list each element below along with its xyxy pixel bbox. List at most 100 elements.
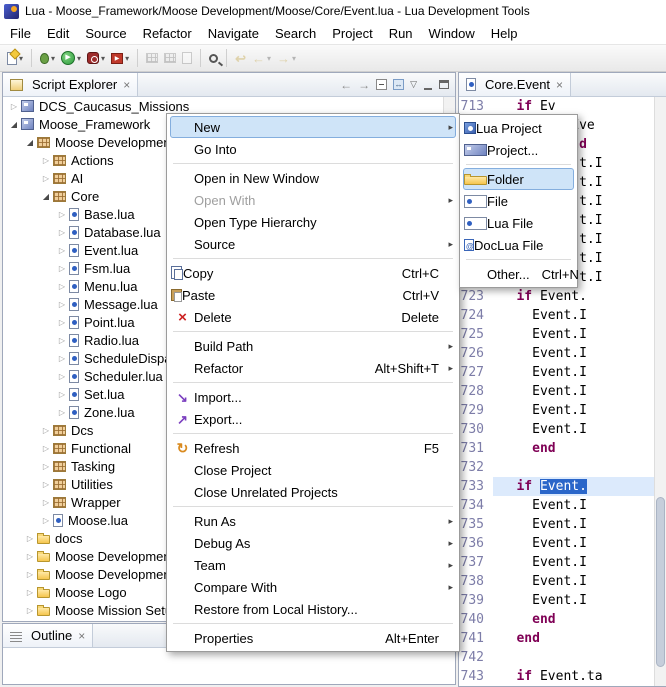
- menu-item-new[interactable]: New▸: [170, 116, 456, 138]
- expand-arrow-icon[interactable]: ▷: [39, 462, 53, 471]
- expand-arrow-icon[interactable]: ▷: [39, 174, 53, 183]
- menu-item-team[interactable]: Team▸: [170, 554, 456, 576]
- menubar-item-file[interactable]: File: [2, 24, 39, 43]
- code-line[interactable]: 730 Event.I: [459, 420, 654, 439]
- expand-arrow-icon[interactable]: ▷: [55, 408, 69, 417]
- new-lua-table-button[interactable]: [143, 47, 161, 69]
- close-icon[interactable]: ×: [556, 78, 563, 92]
- menubar-item-project[interactable]: Project: [324, 24, 380, 43]
- tab-core-event[interactable]: Core.Event ×: [459, 73, 571, 96]
- debug-button[interactable]: ▾: [37, 47, 58, 69]
- code-line[interactable]: 735 Event.I: [459, 515, 654, 534]
- code-line[interactable]: 727 Event.I: [459, 363, 654, 382]
- code-line[interactable]: 723 if Event.: [459, 287, 654, 306]
- menubar-item-source[interactable]: Source: [77, 24, 134, 43]
- menu-item-close-unrelated-projects[interactable]: Close Unrelated Projects: [170, 481, 456, 503]
- menu-item-open-with[interactable]: Open With▸: [170, 189, 456, 211]
- menu-item-refresh[interactable]: ↻RefreshF5: [170, 437, 456, 459]
- code-line[interactable]: 726 Event.I: [459, 344, 654, 363]
- expand-arrow-icon[interactable]: ▷: [23, 534, 37, 543]
- code-line[interactable]: 738 Event.I: [459, 572, 654, 591]
- expand-arrow-icon[interactable]: ▷: [23, 570, 37, 579]
- code-line[interactable]: 740 end: [459, 610, 654, 629]
- menu-item-lua-project[interactable]: Lua Project: [463, 117, 574, 139]
- collapse-arrow-icon[interactable]: ◢: [39, 192, 53, 201]
- menu-item-build-path[interactable]: Build Path▸: [170, 335, 456, 357]
- code-line[interactable]: 741 end: [459, 629, 654, 648]
- minimize-icon[interactable]: [423, 80, 433, 90]
- menu-item-project[interactable]: Project...: [463, 139, 574, 161]
- menu-item-file[interactable]: File: [463, 190, 574, 212]
- expand-arrow-icon[interactable]: ▷: [55, 336, 69, 345]
- expand-arrow-icon[interactable]: ▷: [39, 426, 53, 435]
- search-button[interactable]: [206, 47, 221, 69]
- new-wizard-button[interactable]: ▾: [4, 47, 26, 69]
- menu-item-run-as[interactable]: Run As▸: [170, 510, 456, 532]
- expand-arrow-icon[interactable]: ▷: [55, 228, 69, 237]
- code-line[interactable]: 732: [459, 458, 654, 477]
- menu-item-go-into[interactable]: Go Into: [170, 138, 456, 160]
- menu-item-refactor[interactable]: RefactorAlt+Shift+T▸: [170, 357, 456, 379]
- expand-arrow-icon[interactable]: ▷: [55, 282, 69, 291]
- expand-arrow-icon[interactable]: ▷: [39, 480, 53, 489]
- code-line[interactable]: 729 Event.I: [459, 401, 654, 420]
- menu-item-import[interactable]: ↘Import...: [170, 386, 456, 408]
- code-line[interactable]: 736 Event.I: [459, 534, 654, 553]
- menubar-item-search[interactable]: Search: [267, 24, 324, 43]
- run-button[interactable]: ▶▾: [58, 47, 84, 69]
- back-button[interactable]: ←▾: [249, 47, 274, 69]
- editor-scrollbar[interactable]: [654, 97, 666, 686]
- expand-arrow-icon[interactable]: ▷: [55, 300, 69, 309]
- menubar-item-refactor[interactable]: Refactor: [135, 24, 200, 43]
- code-line[interactable]: 742: [459, 648, 654, 667]
- menu-item-other[interactable]: Other...Ctrl+N: [463, 263, 574, 285]
- expand-arrow-icon[interactable]: ▷: [39, 516, 53, 525]
- menu-item-folder[interactable]: Folder: [463, 168, 574, 190]
- menubar-item-window[interactable]: Window: [421, 24, 483, 43]
- code-line[interactable]: 725 Event.I: [459, 325, 654, 344]
- expand-arrow-icon[interactable]: ▷: [55, 210, 69, 219]
- expand-arrow-icon[interactable]: ▷: [39, 444, 53, 453]
- menu-item-lua-file[interactable]: Lua File: [463, 212, 574, 234]
- menu-item-open-in-new-window[interactable]: Open in New Window: [170, 167, 456, 189]
- code-line[interactable]: 743 if Event.ta: [459, 667, 654, 686]
- menu-item-open-type-hierarchy[interactable]: Open Type Hierarchy: [170, 211, 456, 233]
- collapse-arrow-icon[interactable]: ◢: [7, 120, 21, 129]
- expand-arrow-icon[interactable]: ▷: [23, 606, 37, 615]
- menu-item-source[interactable]: Source▸: [170, 233, 456, 255]
- menu-item-properties[interactable]: PropertiesAlt+Enter: [170, 627, 456, 649]
- menubar-item-help[interactable]: Help: [483, 24, 526, 43]
- code-line[interactable]: 724 Event.I: [459, 306, 654, 325]
- menu-item-doclua-file[interactable]: DocLua File: [463, 234, 574, 256]
- code-line[interactable]: 734 Event.I: [459, 496, 654, 515]
- maximize-icon[interactable]: [439, 80, 449, 89]
- code-line[interactable]: 737 Event.I: [459, 553, 654, 572]
- menu-item-compare-with[interactable]: Compare With▸: [170, 576, 456, 598]
- menubar-item-navigate[interactable]: Navigate: [200, 24, 267, 43]
- forward-icon[interactable]: →: [358, 79, 370, 91]
- menubar-item-edit[interactable]: Edit: [39, 24, 77, 43]
- expand-arrow-icon[interactable]: ▷: [55, 372, 69, 381]
- menu-item-paste[interactable]: PasteCtrl+V: [170, 284, 456, 306]
- back-icon[interactable]: ←: [340, 79, 352, 91]
- editor-scrollbar-thumb[interactable]: [656, 497, 665, 667]
- expand-arrow-icon[interactable]: ▷: [55, 264, 69, 273]
- dropdown-chevron-icon[interactable]: ▾: [101, 54, 105, 63]
- tab-script-explorer[interactable]: Script Explorer ×: [3, 73, 138, 96]
- menu-item-restore-from-local-history[interactable]: Restore from Local History...: [170, 598, 456, 620]
- menubar-item-run[interactable]: Run: [381, 24, 421, 43]
- expand-arrow-icon[interactable]: ▷: [23, 552, 37, 561]
- close-icon[interactable]: ×: [78, 629, 85, 643]
- new-lua-doc-button[interactable]: [179, 47, 195, 69]
- dropdown-chevron-icon[interactable]: ▾: [77, 54, 81, 63]
- link-with-editor-icon[interactable]: ↔: [393, 79, 404, 90]
- menu-item-debug-as[interactable]: Debug As▸: [170, 532, 456, 554]
- menu-item-delete[interactable]: ×DeleteDelete: [170, 306, 456, 328]
- external-tools-button[interactable]: ▶▾: [108, 47, 132, 69]
- expand-arrow-icon[interactable]: ▷: [23, 588, 37, 597]
- expand-arrow-icon[interactable]: ▷: [55, 354, 69, 363]
- code-line[interactable]: 739 Event.I: [459, 591, 654, 610]
- dropdown-chevron-icon[interactable]: ▾: [125, 54, 129, 63]
- last-edit-location-button[interactable]: ↩: [232, 47, 249, 69]
- forward-button[interactable]: →▾: [274, 47, 299, 69]
